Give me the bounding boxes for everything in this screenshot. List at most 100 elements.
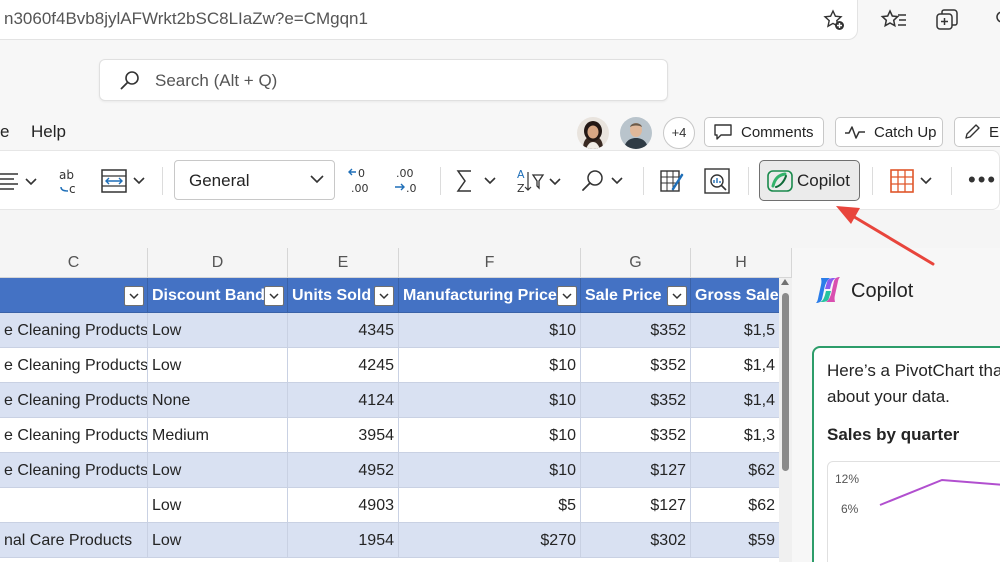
table-header-cell[interactable]: Manufacturing Price <box>399 278 581 313</box>
table-row[interactable]: e Cleaning Products Low 4952 $10 $127 $6… <box>0 453 780 488</box>
table-cell[interactable]: nal Care Products <box>0 523 148 558</box>
table-cell[interactable]: $10 <box>399 383 581 418</box>
table-cell[interactable]: $62 <box>691 453 780 488</box>
table-cell[interactable]: $10 <box>399 418 581 453</box>
add-favorite-icon[interactable] <box>822 8 846 32</box>
wrap-text-button[interactable]: ab c <box>58 165 84 197</box>
avatar[interactable] <box>577 117 609 149</box>
table-cell[interactable]: 1954 <box>288 523 399 558</box>
table-cell[interactable]: $59 <box>691 523 780 558</box>
collections-icon[interactable] <box>934 7 962 33</box>
table-cell[interactable]: $352 <box>581 348 691 383</box>
menu-item-help[interactable]: Help <box>31 122 66 142</box>
number-format-select[interactable]: General <box>174 160 335 200</box>
table-cell[interactable]: Low <box>148 453 288 488</box>
column-header[interactable]: C <box>0 248 148 278</box>
filter-dropdown-button[interactable] <box>374 286 394 306</box>
table-cell[interactable]: Low <box>148 348 288 383</box>
align-dropdown[interactable] <box>0 165 40 197</box>
filter-dropdown-button[interactable] <box>557 286 577 306</box>
table-header-cell[interactable]: Units Sold <box>288 278 399 313</box>
table-cell[interactable]: 4345 <box>288 313 399 348</box>
spreadsheet-grid[interactable]: C D E F G H Discount Band Units Sold Man… <box>0 248 792 562</box>
table-cell[interactable]: $1,4 <box>691 383 780 418</box>
more-options-icon[interactable]: ••• <box>968 167 997 193</box>
table-cell[interactable]: $352 <box>581 418 691 453</box>
table-cell[interactable]: 4952 <box>288 453 399 488</box>
copilot-button[interactable]: Copilot <box>759 160 860 201</box>
avatar[interactable] <box>620 117 652 149</box>
table-cell[interactable]: $5 <box>399 488 581 523</box>
table-cell[interactable]: $62 <box>691 488 780 523</box>
table-cell[interactable]: Low <box>148 313 288 348</box>
table-cell[interactable]: 4903 <box>288 488 399 523</box>
table-cell[interactable]: $127 <box>581 488 691 523</box>
increase-decimal-button[interactable]: .00 .0 <box>392 165 420 197</box>
format-dropdown[interactable] <box>889 165 935 197</box>
table-cell[interactable]: e Cleaning Products <box>0 453 148 488</box>
analyze-data-button[interactable] <box>659 165 685 197</box>
table-cell[interactable]: $1,5 <box>691 313 780 348</box>
table-cell[interactable]: $1,3 <box>691 418 780 453</box>
table-header-cell[interactable]: Gross Sales <box>691 278 780 313</box>
filter-dropdown-button[interactable] <box>667 286 687 306</box>
table-cell[interactable]: $352 <box>581 313 691 348</box>
autosum-dropdown[interactable] <box>455 165 499 197</box>
table-cell[interactable]: 4124 <box>288 383 399 418</box>
favorites-icon[interactable] <box>880 7 908 33</box>
table-cell[interactable]: $1,4 <box>691 348 780 383</box>
column-header[interactable]: E <box>288 248 399 278</box>
table-cell[interactable]: $270 <box>399 523 581 558</box>
table-cell[interactable]: $127 <box>581 453 691 488</box>
profile-icon[interactable] <box>984 7 1000 33</box>
column-header[interactable]: H <box>691 248 792 278</box>
more-collaborators-badge[interactable]: +4 <box>663 117 695 149</box>
table-cell[interactable]: e Cleaning Products <box>0 418 148 453</box>
pivot-chart[interactable]: 12% 6% <box>827 461 1000 562</box>
table-cell[interactable]: e Cleaning Products <box>0 313 148 348</box>
column-header[interactable]: D <box>148 248 288 278</box>
table-cell[interactable]: Medium <box>148 418 288 453</box>
table-cell[interactable]: $302 <box>581 523 691 558</box>
column-header[interactable]: F <box>399 248 581 278</box>
column-header[interactable]: G <box>581 248 691 278</box>
table-row[interactable]: e Cleaning Products Medium 3954 $10 $352… <box>0 418 780 453</box>
table-cell[interactable]: e Cleaning Products <box>0 348 148 383</box>
table-cell[interactable]: 3954 <box>288 418 399 453</box>
decrease-decimal-button[interactable]: 0 .00 <box>348 165 376 197</box>
table-cell[interactable]: 4245 <box>288 348 399 383</box>
table-cell[interactable]: $10 <box>399 453 581 488</box>
table-cell[interactable]: Low <box>148 523 288 558</box>
table-row[interactable]: e Cleaning Products Low 4345 $10 $352 $1… <box>0 313 780 348</box>
menu-item-partial[interactable]: e <box>0 122 9 142</box>
table-row[interactable]: Low 4903 $5 $127 $62 <box>0 488 780 523</box>
table-cell[interactable]: e Cleaning Products <box>0 383 148 418</box>
sort-filter-dropdown[interactable]: A Z <box>516 165 562 197</box>
data-insights-button[interactable] <box>703 165 731 197</box>
table-cell[interactable]: Low <box>148 488 288 523</box>
table-header-cell[interactable]: Discount Band <box>148 278 288 313</box>
url-text[interactable]: n3060f4Bvb8jylAFWrkt2bSC8LIaZw?e=CMgqn1 <box>4 9 368 29</box>
comments-button[interactable]: Comments <box>704 117 824 147</box>
catch-up-button[interactable]: Catch Up <box>835 117 943 147</box>
table-cell[interactable]: $10 <box>399 313 581 348</box>
table-cell[interactable]: $352 <box>581 383 691 418</box>
filter-dropdown-button[interactable] <box>124 286 144 306</box>
table-header-cell[interactable] <box>0 278 148 313</box>
editing-button[interactable]: E <box>954 117 1000 147</box>
address-bar[interactable]: n3060f4Bvb8jylAFWrkt2bSC8LIaZw?e=CMgqn1 <box>0 0 858 40</box>
merge-dropdown[interactable] <box>100 165 148 197</box>
table-cell[interactable]: $10 <box>399 348 581 383</box>
filter-dropdown-button[interactable] <box>264 286 284 306</box>
search-box[interactable]: Search (Alt + Q) <box>99 59 668 101</box>
scroll-up-icon[interactable] <box>781 279 789 285</box>
table-cell[interactable]: None <box>148 383 288 418</box>
table-header-cell[interactable]: Sale Price <box>581 278 691 313</box>
table-row[interactable]: e Cleaning Products None 4124 $10 $352 $… <box>0 383 780 418</box>
scrollbar-thumb[interactable] <box>782 293 789 471</box>
vertical-scrollbar[interactable] <box>779 278 792 562</box>
table-row[interactable]: nal Care Products Low 1954 $270 $302 $59 <box>0 523 780 558</box>
table-row[interactable]: e Cleaning Products Low 4245 $10 $352 $1… <box>0 348 780 383</box>
find-dropdown[interactable] <box>580 165 626 197</box>
table-cell[interactable] <box>0 488 148 523</box>
